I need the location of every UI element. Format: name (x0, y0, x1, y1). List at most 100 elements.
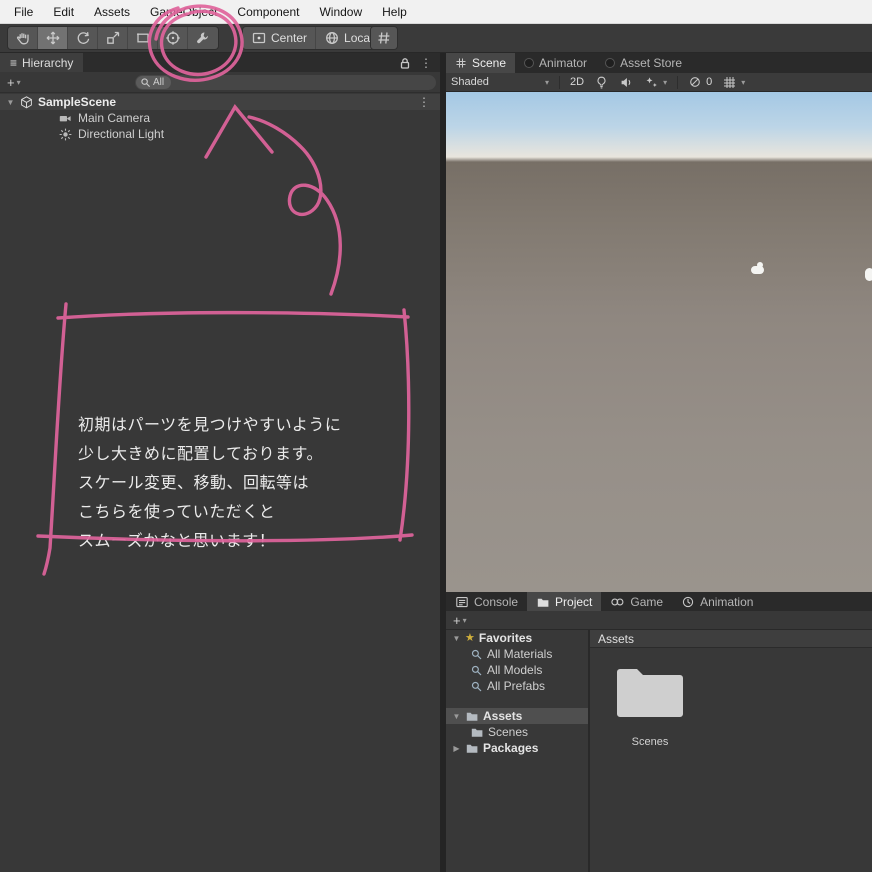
pivot-orientation-group: Center Local (243, 27, 381, 49)
scene-tabbar: Scene Animator Asset Store (446, 53, 872, 73)
move-icon (45, 30, 61, 46)
hierarchy-create-button[interactable]: + ▾ (0, 75, 28, 90)
scene-object-blob (865, 268, 872, 281)
menu-gameobject[interactable]: GameObject (140, 1, 227, 23)
scene-grid-toggle[interactable]: ▾ (717, 75, 750, 90)
custom-tool-button[interactable] (188, 27, 218, 49)
pivot-center-button[interactable]: Center (243, 27, 316, 49)
scene-object-blob (757, 262, 763, 268)
annotation-line: こちらを使っていただくと (78, 498, 418, 527)
hidden-count-icon (688, 75, 702, 89)
tab-game[interactable]: Game (601, 592, 672, 611)
menu-edit[interactable]: Edit (43, 1, 84, 23)
packages-label: Packages (483, 741, 538, 755)
foldout-open-icon[interactable]: ▼ (452, 712, 461, 721)
move-tool-button[interactable] (38, 27, 68, 49)
hierarchy-panel: ≡ Hierarchy ⋮ + ▾ All ▼ SampleScene ⋮ Ma… (0, 53, 440, 872)
menu-component[interactable]: Component (227, 1, 309, 23)
tree-all-prefabs[interactable]: All Prefabs (446, 678, 588, 694)
hierarchy-scene-row[interactable]: ▼ SampleScene ⋮ (0, 94, 440, 110)
hierarchy-menu-icon[interactable]: ⋮ (420, 56, 432, 70)
project-tab-label: Project (555, 595, 592, 609)
scene-menu-icon[interactable]: ⋮ (418, 95, 440, 109)
hierarchy-item-main-camera[interactable]: Main Camera (0, 110, 440, 126)
hierarchy-search-input[interactable]: All (135, 75, 436, 90)
tree-assets[interactable]: ▼ Assets (446, 708, 588, 724)
project-toolbar: + ▾ (446, 611, 872, 630)
speaker-icon (619, 75, 634, 90)
scene-audio-toggle[interactable] (614, 75, 639, 90)
shading-mode-dropdown[interactable]: Shaded ▾ (446, 76, 554, 88)
menu-help[interactable]: Help (372, 1, 417, 23)
tree-packages[interactable]: ▶ Packages (446, 740, 588, 756)
hamburger-icon: ≡ (10, 56, 17, 70)
tree-all-models[interactable]: All Models (446, 662, 588, 678)
effects-stars-icon (644, 75, 659, 90)
scale-icon (105, 30, 121, 46)
scene-viewport[interactable] (446, 92, 872, 592)
chevron-down-icon: ▾ (545, 78, 549, 87)
search-icon (470, 680, 483, 693)
tab-hierarchy[interactable]: ≡ Hierarchy (0, 53, 83, 72)
favorites-label: Favorites (479, 631, 532, 645)
big-folder-icon (606, 664, 694, 720)
asset-folder-scenes[interactable]: Scenes (606, 664, 694, 748)
search-icon (140, 77, 151, 88)
menu-window[interactable]: Window (309, 1, 372, 23)
tab-animator[interactable]: Animator (515, 53, 596, 73)
annotation-note: 初期はパーツを見つけやすいように 少し大きめに配置しております。 スケール変更、… (78, 411, 418, 556)
transform-tools-group (8, 27, 218, 49)
toggle-2d-button[interactable]: 2D (565, 76, 589, 88)
tab-asset-store[interactable]: Asset Store (596, 53, 691, 73)
rotate-tool-button[interactable] (68, 27, 98, 49)
hierarchy-item-directional-light[interactable]: Directional Light (0, 126, 440, 142)
rotate-icon (75, 30, 91, 46)
content-breadcrumb: Assets (590, 630, 872, 648)
menu-file[interactable]: File (4, 1, 43, 23)
annotation-line: スムーズかなと思います！ (78, 527, 418, 556)
scene-panel: Scene Animator Asset Store Shaded ▾ 2D ▾ (446, 53, 872, 592)
tree-scenes[interactable]: Scenes (446, 724, 588, 740)
hierarchy-item-label: Main Camera (78, 111, 150, 125)
hand-tool-button[interactable] (8, 27, 38, 49)
asset-store-icon (605, 58, 615, 68)
folder-icon (536, 595, 550, 609)
foldout-open-icon[interactable]: ▼ (6, 98, 15, 107)
tree-item-label: All Prefabs (487, 679, 545, 693)
lock-icon[interactable] (398, 56, 412, 70)
scene-view-toolbar: Shaded ▾ 2D ▾ 0 ▾ (446, 73, 872, 92)
scene-visibility-toggle[interactable]: 0 (683, 75, 717, 89)
project-create-button[interactable]: + ▾ (446, 613, 474, 628)
hierarchy-item-label: Directional Light (78, 127, 164, 141)
menu-assets[interactable]: Assets (84, 1, 140, 23)
2d-label: 2D (570, 76, 584, 88)
search-icon (470, 664, 483, 677)
tab-scene[interactable]: Scene (446, 53, 515, 73)
animator-tab-label: Animator (539, 56, 587, 70)
bottom-tabbar: Console Project Game Animation (446, 592, 872, 611)
grid-snap-button[interactable] (371, 27, 397, 49)
tree-all-materials[interactable]: All Materials (446, 646, 588, 662)
lightbulb-icon (594, 75, 609, 90)
rect-tool-button[interactable] (128, 27, 158, 49)
scale-tool-button[interactable] (98, 27, 128, 49)
tree-favorites[interactable]: ▼ ★ Favorites (446, 630, 588, 646)
chevron-down-icon: ▾ (741, 78, 745, 87)
foldout-closed-icon[interactable]: ▶ (452, 744, 461, 753)
hand-icon (15, 30, 31, 46)
scene-effects-toggle[interactable]: ▾ (639, 75, 672, 90)
assets-label: Assets (483, 709, 522, 723)
tree-item-label: Scenes (488, 725, 528, 739)
tab-console[interactable]: Console (446, 592, 527, 611)
bottom-panel: Console Project Game Animation + ▾ ▼ ★ F… (446, 592, 872, 872)
tab-project[interactable]: Project (527, 592, 601, 611)
shading-mode-label: Shaded (451, 76, 489, 88)
search-filter-capsule[interactable]: All (136, 76, 171, 89)
foldout-open-icon[interactable]: ▼ (452, 634, 461, 643)
transform-tool-button[interactable] (158, 27, 188, 49)
tab-animation[interactable]: Animation (672, 592, 762, 611)
chevron-down-icon: ▾ (463, 616, 467, 625)
center-icon (251, 30, 267, 46)
scene-lighting-toggle[interactable] (589, 75, 614, 90)
project-content: Assets Scenes (590, 630, 872, 872)
